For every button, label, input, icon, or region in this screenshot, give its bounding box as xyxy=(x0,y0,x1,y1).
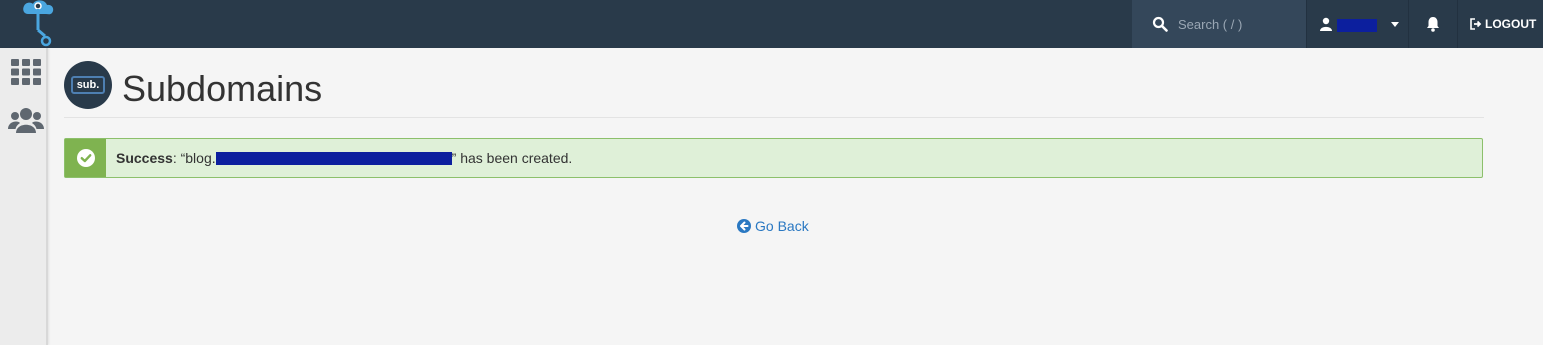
search-box[interactable] xyxy=(1132,0,1306,48)
search-input[interactable] xyxy=(1178,16,1298,32)
bell-icon xyxy=(1427,17,1439,32)
grid-icon xyxy=(11,59,41,85)
notifications-button[interactable] xyxy=(1409,0,1457,48)
page-title: Subdomains xyxy=(122,68,323,109)
user-icon xyxy=(1320,17,1332,31)
alert-label: Success xyxy=(116,150,173,166)
users-icon xyxy=(8,108,44,133)
username-redacted xyxy=(1337,18,1377,32)
go-back-link[interactable]: Go Back xyxy=(737,218,809,234)
success-alert: Success: “blog. ” has been created. xyxy=(64,138,1483,178)
logout-button[interactable]: LOGOUT xyxy=(1458,0,1543,48)
go-back-label: Go Back xyxy=(755,218,809,234)
check-circle-icon xyxy=(65,139,106,177)
logout-label: LOGOUT xyxy=(1485,17,1537,31)
subdomains-badge: sub. xyxy=(70,76,106,94)
arrow-circle-left-icon xyxy=(737,219,751,233)
page-header: sub. Subdomains xyxy=(64,60,1484,118)
search-icon xyxy=(1152,16,1168,32)
sidebar-item-tools[interactable] xyxy=(8,56,44,88)
alert-prefix: : “blog. xyxy=(172,150,216,166)
top-navbar: LOGOUT xyxy=(0,0,1543,48)
logout-icon xyxy=(1470,18,1482,30)
sidebar xyxy=(0,48,48,345)
subdomains-icon: sub. xyxy=(64,61,112,109)
alert-suffix: ” has been created. xyxy=(451,150,573,166)
chevron-down-icon xyxy=(1391,21,1399,27)
user-menu[interactable] xyxy=(1307,0,1408,48)
sidebar-item-users[interactable] xyxy=(8,104,44,136)
cloud-logo-icon[interactable] xyxy=(18,0,70,48)
alert-message: Success: “blog. ” has been created. xyxy=(116,150,572,166)
redacted-domain xyxy=(215,151,452,165)
